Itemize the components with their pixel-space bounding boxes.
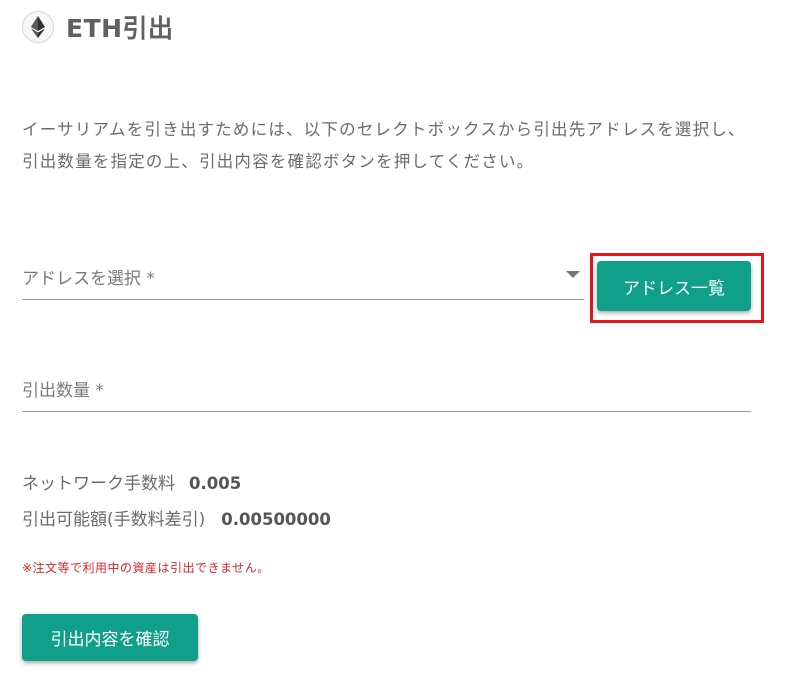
notice-text: ※注文等で利用中の資産は引出できません。 [22,561,270,575]
network-fee-label: ネットワーク手数料 [22,474,175,494]
page-title: ETH引出 [66,14,174,43]
available-amount-row: 引出可能額(手数料差引) 0.00500000 [22,505,331,530]
withdraw-amount-label: 引出数量 * [22,381,104,401]
dropdown-arrow-icon [566,271,580,278]
ethereum-icon [22,11,54,43]
available-amount-value: 0.00500000 [221,510,331,529]
address-select[interactable]: アドレスを選択 * [22,248,584,300]
confirm-withdrawal-button[interactable]: 引出内容を確認 [22,614,198,661]
network-fee-value: 0.005 [189,474,242,493]
address-select-label: アドレスを選択 * [22,269,155,289]
available-amount-label: 引出可能額(手数料差引) [22,510,206,530]
withdraw-amount-field[interactable]: 引出数量 * [22,360,751,412]
instructions-text: イーサリアムを引き出すためには、以下のセレクトボックスから引出先アドレスを選択し… [22,120,746,171]
address-list-button[interactable]: アドレス一覧 [597,261,751,311]
network-fee-row: ネットワーク手数料 0.005 [22,469,241,494]
page-header: ETH引出 [22,10,174,44]
